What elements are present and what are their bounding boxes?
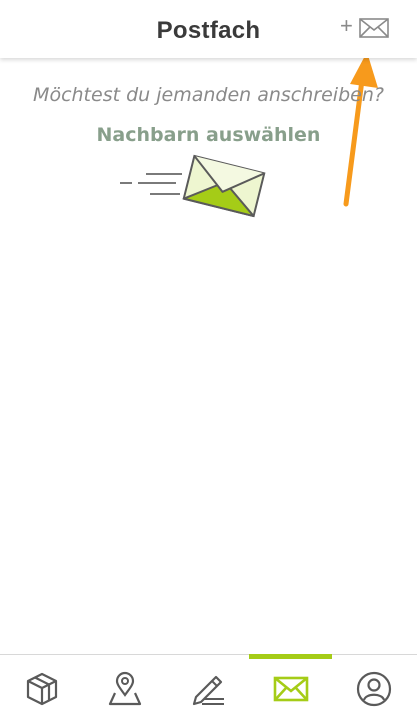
- tab-map[interactable]: [83, 655, 166, 719]
- new-message-button[interactable]: +: [340, 13, 392, 42]
- tab-mailbox[interactable]: [249, 654, 332, 719]
- envelope-icon: [359, 18, 389, 38]
- tab-write[interactable]: [166, 655, 249, 719]
- map-pin-icon: [108, 671, 142, 706]
- bottom-tab-bar: [0, 654, 417, 719]
- pencil-icon: [192, 675, 224, 706]
- mail-icon: [273, 676, 309, 702]
- user-icon: [356, 671, 392, 707]
- flying-envelope-icon: [120, 154, 266, 218]
- top-bar: Postfach +: [0, 0, 417, 58]
- select-neighbors-link[interactable]: Nachbarn auswählen: [0, 124, 417, 146]
- tab-profile[interactable]: [332, 655, 415, 719]
- plus-icon: +: [340, 13, 353, 38]
- compose-prompt: Möchtest du jemanden anschreiben?: [33, 84, 384, 106]
- tab-home[interactable]: [0, 655, 83, 719]
- cube-icon: [26, 672, 58, 706]
